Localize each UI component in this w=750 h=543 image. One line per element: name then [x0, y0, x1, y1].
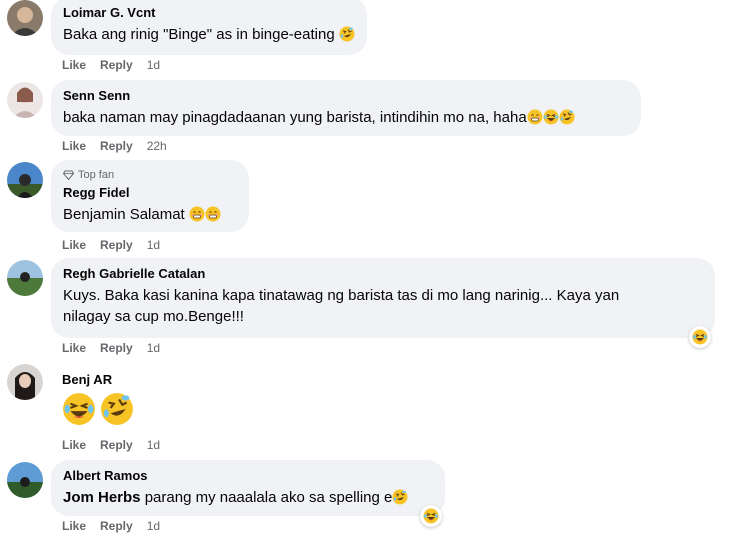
comment-actions: Like Reply 1d	[62, 519, 160, 533]
comment-text-line: Kuys. Baka kasi kanina kapa tinatawag ng…	[63, 287, 620, 304]
top-fan-label: Top fan	[78, 169, 115, 181]
comment-bubble: Senn Senn baka naman may pinagdadaanan y…	[51, 80, 641, 136]
rofl-emoji-icon	[559, 109, 575, 125]
comment-text: Baka ang rinig "Binge" as in binge-eatin…	[63, 24, 355, 45]
comment-timestamp[interactable]: 1d	[147, 519, 160, 533]
avatar[interactable]	[7, 162, 43, 198]
comment-actions: Like Reply 1d	[62, 58, 160, 72]
comment-actions: Like Reply 1d	[62, 341, 160, 355]
comment-author[interactable]: Regh Gabrielle Catalan	[63, 265, 703, 282]
laugh-reaction-icon	[692, 329, 708, 345]
comment-timestamp[interactable]: 1d	[147, 438, 160, 452]
rofl-emoji-icon	[392, 489, 408, 505]
laugh-emoji-icon	[62, 392, 96, 426]
comment-text-body: parang my naaalala ako sa spelling e	[140, 489, 393, 506]
diamond-icon	[63, 170, 74, 180]
rofl-emoji-icon	[339, 26, 355, 42]
like-button[interactable]: Like	[62, 58, 86, 72]
emoji-only-content	[62, 392, 138, 431]
reaction-badge[interactable]	[420, 505, 442, 527]
reply-button[interactable]: Reply	[100, 519, 133, 533]
comment-text-body: Benjamin Salamat	[63, 206, 185, 223]
comment-text-body: Baka ang rinig "Binge" as in binge-eatin…	[63, 26, 335, 43]
comment-timestamp[interactable]: 1d	[147, 341, 160, 355]
comment-actions: Like Reply 1d	[62, 238, 160, 252]
comment-bubble: Loimar G. Vcnt Baka ang rinig "Binge" as…	[51, 0, 367, 55]
like-button[interactable]: Like	[62, 238, 86, 252]
comment-text: Jom Herbs parang my naaalala ako sa spel…	[63, 487, 433, 508]
comment-actions: Like Reply 1d	[62, 438, 160, 452]
comment-author[interactable]: Benj AR	[62, 371, 112, 388]
comment-text: baka naman may pinagdadaanan yung barist…	[63, 107, 629, 128]
comment-bubble: Top fan Regg Fidel Benjamin Salamat	[51, 160, 249, 232]
comment-timestamp[interactable]: 1d	[147, 58, 160, 72]
rofl-emoji-icon	[100, 392, 134, 426]
comment-author[interactable]: Regg Fidel	[63, 184, 237, 201]
comment-text-body: baka naman may pinagdadaanan yung barist…	[63, 109, 527, 126]
reply-button[interactable]: Reply	[100, 139, 133, 153]
reply-button[interactable]: Reply	[100, 238, 133, 252]
reply-button[interactable]: Reply	[100, 341, 133, 355]
like-button[interactable]: Like	[62, 341, 86, 355]
reply-button[interactable]: Reply	[100, 438, 133, 452]
like-button[interactable]: Like	[62, 438, 86, 452]
comment-author[interactable]: Albert Ramos	[63, 467, 433, 484]
grin-emoji-icon	[527, 109, 543, 125]
laugh-reaction-icon	[423, 508, 439, 524]
avatar[interactable]	[7, 364, 43, 400]
comment-timestamp[interactable]: 1d	[147, 238, 160, 252]
like-button[interactable]: Like	[62, 519, 86, 533]
avatar[interactable]	[7, 260, 43, 296]
comment-actions: Like Reply 22h	[62, 139, 167, 153]
comment-bubble: Albert Ramos Jom Herbs parang my naaalal…	[51, 460, 445, 516]
comment-text: Benjamin Salamat	[63, 204, 237, 225]
mention-link[interactable]: Jom Herbs	[63, 489, 141, 506]
comment-author[interactable]: Senn Senn	[63, 87, 629, 104]
reaction-badge[interactable]	[689, 326, 711, 348]
reply-button[interactable]: Reply	[100, 58, 133, 72]
laugh-emoji-icon	[543, 109, 559, 125]
comment-text: Kuys. Baka kasi kanina kapa tinatawag ng…	[63, 285, 703, 327]
grin-emoji-icon	[205, 206, 221, 222]
comment-bubble: Regh Gabrielle Catalan Kuys. Baka kasi k…	[51, 258, 715, 338]
like-button[interactable]: Like	[62, 139, 86, 153]
comment-author[interactable]: Loimar G. Vcnt	[63, 4, 355, 21]
avatar[interactable]	[7, 0, 43, 36]
grin-emoji-icon	[189, 206, 205, 222]
top-fan-badge: Top fan	[63, 168, 237, 182]
comment-text-line: nilagay sa cup mo.Benge!!!	[63, 308, 244, 325]
avatar[interactable]	[7, 462, 43, 498]
comment-timestamp[interactable]: 22h	[147, 139, 167, 153]
avatar[interactable]	[7, 82, 43, 118]
